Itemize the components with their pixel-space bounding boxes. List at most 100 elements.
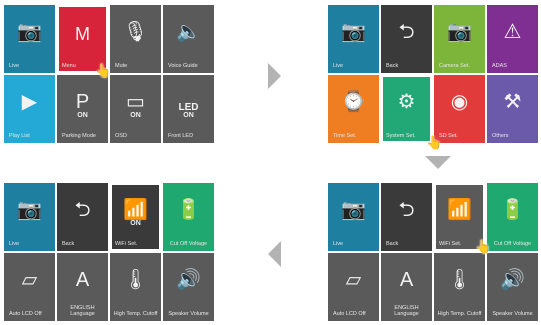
- tile-label: ENGLISH Language: [394, 305, 419, 317]
- back-arrow-icon: ⮌: [398, 21, 415, 43]
- status-badge: ON: [130, 112, 141, 119]
- time-set-icon: ⌚: [341, 91, 366, 113]
- tile-label: Back: [62, 241, 75, 247]
- language-icon: A: [75, 269, 90, 291]
- speaker-icon: 🔈: [176, 21, 201, 43]
- tile-label: Auto LCD Off: [9, 311, 42, 317]
- tile-label: Back: [386, 63, 399, 69]
- tile-camera-set[interactable]: 📷 Camera Set.: [434, 5, 485, 73]
- tile-label: High Temp. Cutoff: [113, 311, 158, 317]
- tile-label: OSD: [115, 133, 127, 139]
- tile-mute[interactable]: 🎙 Mute: [110, 5, 161, 73]
- tile-live[interactable]: 📷 Live: [328, 5, 379, 73]
- tile-osd[interactable]: ▭ ON OSD: [110, 75, 161, 143]
- tile-label: Speaker Volume: [168, 311, 209, 317]
- tile-time-set[interactable]: ⌚ Time Set.: [328, 75, 379, 143]
- tile-label: Time Set.: [333, 133, 357, 139]
- wifi-icon: 📶: [123, 199, 148, 221]
- wifi-icon: 📶: [447, 199, 472, 221]
- arrow-left-icon: [268, 241, 281, 267]
- tile-speaker-volume[interactable]: 🔊 Speaker Volume: [487, 253, 538, 321]
- lcd-off-icon: ▱: [345, 269, 362, 291]
- tile-label: Live: [333, 63, 344, 69]
- others-icon: ⚒: [503, 91, 522, 113]
- tile-label: Auto LCD Off: [333, 311, 366, 317]
- tile-label: Play List: [9, 133, 30, 139]
- tile-label: Cut Off Voltage: [493, 241, 532, 247]
- status-badge: ON: [183, 112, 194, 119]
- pointing-hand-icon: 👆: [426, 135, 443, 150]
- parking-car-icon: P: [75, 91, 90, 113]
- back-arrow-icon: ⮌: [398, 199, 415, 221]
- tile-sd-set[interactable]: ◉ SD Set.: [434, 75, 485, 143]
- tile-language[interactable]: A ENGLISH Language: [381, 253, 432, 321]
- tile-label: System Set.: [386, 133, 416, 139]
- thermometer-icon: 🌡: [446, 269, 473, 291]
- speaker-volume-icon: 🔊: [176, 269, 201, 291]
- tile-label: SD Set.: [439, 133, 458, 139]
- lcd-off-icon: ▱: [21, 269, 38, 291]
- tile-label: Voice Guide: [168, 63, 198, 69]
- tile-cut-off-voltage[interactable]: 🔋 Cut Off Voltage: [163, 183, 214, 251]
- battery-icon: 🔋: [176, 199, 201, 221]
- tile-label: ADAS: [492, 63, 507, 69]
- back-arrow-icon: ⮌: [74, 199, 91, 221]
- tile-label: WiFi Set.: [115, 241, 138, 247]
- tile-play-list[interactable]: ▶ Play List: [4, 75, 55, 143]
- tile-language[interactable]: A ENGLISH Language: [57, 253, 108, 321]
- camera-icon: 📷: [17, 199, 42, 221]
- menu-screen-settings: 📷 Live ⮌ Back 📷 Camera Set. ⚠ ADAS ⌚ Tim…: [328, 5, 538, 143]
- pointing-hand-icon: 👆: [95, 63, 112, 78]
- camera-icon: 📷: [17, 21, 42, 43]
- tile-label: Camera Set.: [439, 63, 470, 69]
- tile-back[interactable]: ⮌ Back: [57, 183, 108, 251]
- arrow-right-icon: [268, 63, 281, 89]
- camera-settings-icon: 📷: [447, 21, 472, 43]
- tile-high-temp-cutoff[interactable]: 🌡 High Temp. Cutoff: [434, 253, 485, 321]
- tile-system-set[interactable]: ⚙ System Set.: [381, 75, 432, 143]
- tile-auto-lcd-off[interactable]: ▱ Auto LCD Off: [328, 253, 379, 321]
- menu-screen-system-wifi-on: 📷 Live ⮌ Back 📶 ON WiFi Set. 🔋 Cut Off V…: [4, 183, 214, 321]
- battery-icon: 🔋: [500, 199, 525, 221]
- sd-card-icon: ◉: [450, 91, 469, 113]
- tile-label: Mute: [115, 63, 128, 69]
- tile-speaker-volume[interactable]: 🔊 Speaker Volume: [163, 253, 214, 321]
- tile-voice-guide[interactable]: 🔈 Voice Guide: [163, 5, 214, 73]
- arrow-down-icon: [425, 156, 451, 169]
- language-icon: A: [399, 269, 414, 291]
- tile-back[interactable]: ⮌ Back: [381, 5, 432, 73]
- adas-icon: ⚠: [503, 21, 522, 43]
- status-badge: ON: [77, 112, 88, 119]
- tile-auto-lcd-off[interactable]: ▱ Auto LCD Off: [4, 253, 55, 321]
- tile-parking-mode[interactable]: P ON Parking Mode: [57, 75, 108, 143]
- tile-adas[interactable]: ⚠ ADAS: [487, 5, 538, 73]
- system-settings-icon: ⚙: [397, 91, 416, 113]
- menu-m-icon: M: [75, 24, 90, 44]
- tile-wifi-set[interactable]: 📶 ON WiFi Set.: [110, 183, 161, 251]
- thermometer-icon: 🌡: [122, 269, 149, 291]
- osd-icon: ▭: [126, 91, 145, 113]
- tile-others[interactable]: ⚒ Others: [487, 75, 538, 143]
- menu-screen-system-wifi-off: 📷 Live ⮌ Back 📶 WiFi Set. 🔋 Cut Off Volt…: [328, 183, 538, 321]
- tile-high-temp-cutoff[interactable]: 🌡 High Temp. Cutoff: [110, 253, 161, 321]
- tile-label: Front LED: [168, 133, 194, 139]
- status-badge: ON: [130, 220, 141, 227]
- tile-label: Cut Off Voltage: [169, 241, 208, 247]
- tile-back[interactable]: ⮌ Back: [381, 183, 432, 251]
- speaker-volume-icon: 🔊: [500, 269, 525, 291]
- pointing-hand-icon: 👆: [475, 239, 492, 254]
- tile-label: Live: [333, 241, 344, 247]
- camera-icon: 📷: [341, 21, 366, 43]
- tile-cut-off-voltage[interactable]: 🔋 Cut Off Voltage: [487, 183, 538, 251]
- tile-live[interactable]: 📷 Live: [4, 5, 55, 73]
- tile-live[interactable]: 📷 Live: [328, 183, 379, 251]
- tile-label: High Temp. Cutoff: [437, 311, 482, 317]
- tile-label: Others: [492, 133, 509, 139]
- tile-label: Live: [9, 241, 20, 247]
- tile-label: Parking Mode: [62, 133, 96, 139]
- tile-front-led[interactable]: LED ON Front LED: [163, 75, 214, 143]
- camera-icon: 📷: [341, 199, 366, 221]
- play-icon: ▶: [21, 91, 38, 113]
- tile-label: Speaker Volume: [492, 311, 533, 317]
- tile-live[interactable]: 📷 Live: [4, 183, 55, 251]
